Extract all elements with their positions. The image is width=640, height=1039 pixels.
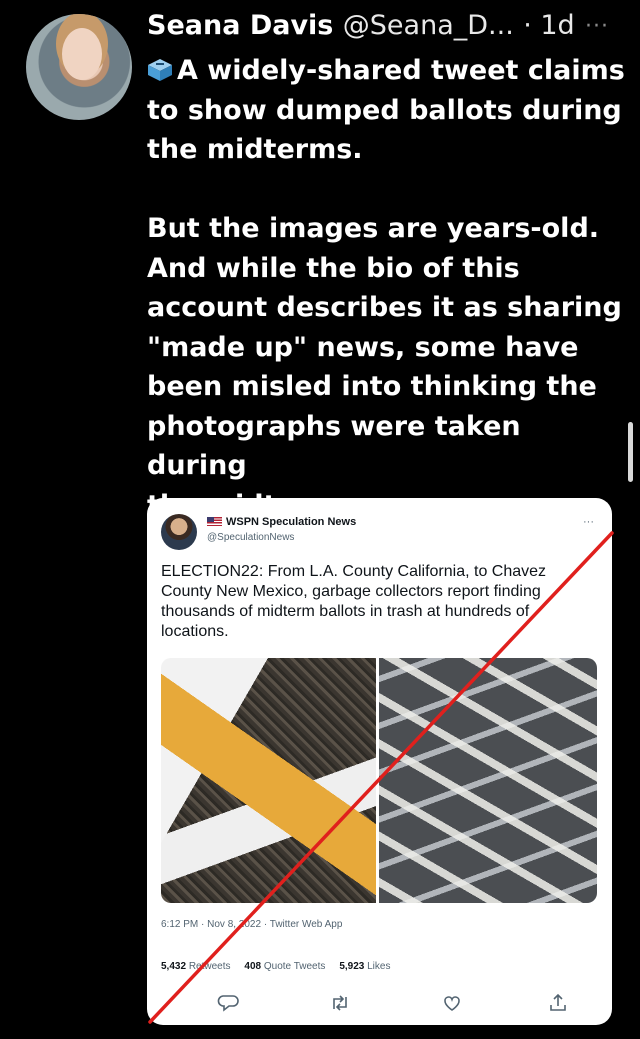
embedded-stats: 5,432 Retweets 408 Quote Tweets 5,923 Li… <box>161 961 390 972</box>
like-icon[interactable] <box>441 992 463 1014</box>
embedded-timestamp: 6:12 PM · Nov 8, 2022 · Twitter Web App <box>161 919 343 930</box>
tweet-time[interactable]: · 1d <box>523 10 574 41</box>
quotes-count: 408 <box>244 961 262 972</box>
quotes-label: Quote Tweets <box>263 961 326 972</box>
embedded-handle[interactable]: @SpeculationNews <box>207 532 294 543</box>
tweet-text: A widely-shared tweet claims to show dum… <box>147 55 625 521</box>
us-flag-icon <box>207 517 222 526</box>
ballot-box-icon <box>148 59 172 81</box>
reply-icon[interactable] <box>217 992 239 1014</box>
embedded-avatar[interactable] <box>161 514 197 550</box>
embedded-more-icon[interactable]: ··· <box>583 516 594 528</box>
tweet-body: A widely-shared tweet claims to show dum… <box>147 51 627 525</box>
author-avatar[interactable] <box>26 14 132 120</box>
embedded-text: ELECTION22: From L.A. County California,… <box>161 563 547 640</box>
retweets-label: Retweets <box>188 961 231 972</box>
share-icon[interactable] <box>547 992 569 1014</box>
likes-count: 5,923 <box>339 961 365 972</box>
tweet-header: Seana Davis @Seana_D... · 1d <box>147 10 575 41</box>
author-handle[interactable]: @Seana_D... <box>343 10 514 41</box>
retweet-icon[interactable] <box>329 992 351 1014</box>
author-name[interactable]: Seana Davis <box>147 10 333 41</box>
scrollbar[interactable] <box>628 422 633 482</box>
likes-label: Likes <box>367 961 391 972</box>
ballot-envelopes-photo[interactable] <box>161 658 376 903</box>
scattered-mail-photo[interactable] <box>379 658 597 903</box>
embedded-tweet-card[interactable]: WSPN Speculation News @SpeculationNews ·… <box>147 498 612 1025</box>
embedded-name[interactable]: WSPN Speculation News <box>207 516 356 528</box>
embedded-actions <box>147 992 612 1014</box>
retweets-count: 5,432 <box>161 961 187 972</box>
more-options-icon[interactable]: ··· <box>585 14 609 39</box>
